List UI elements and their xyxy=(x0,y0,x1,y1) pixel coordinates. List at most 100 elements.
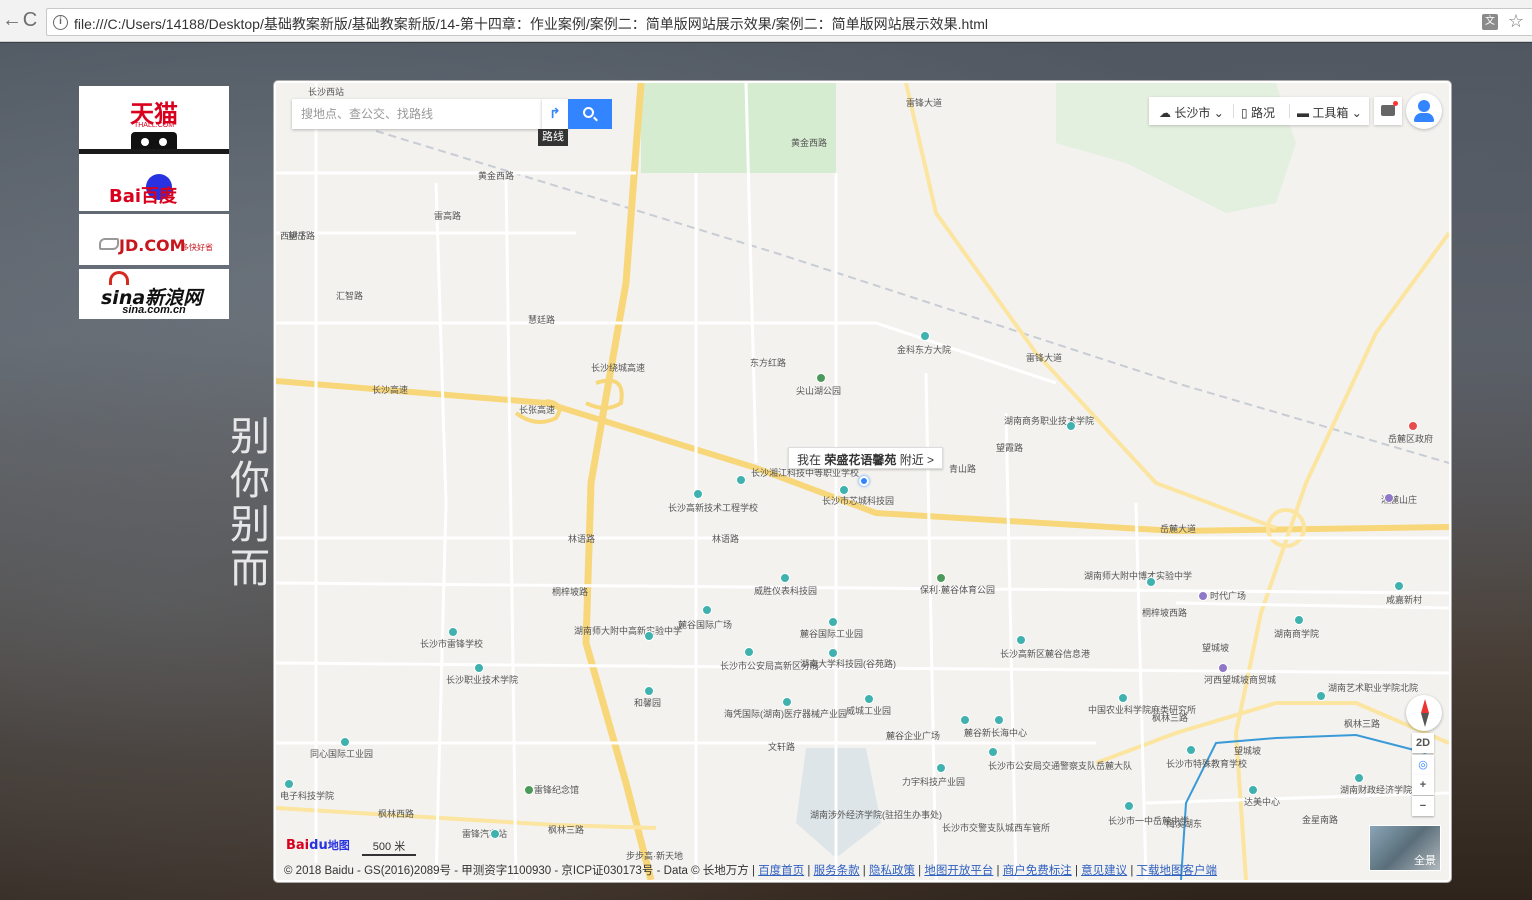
map-poi-icon[interactable] xyxy=(1198,591,1208,601)
map-place-label[interactable]: 和馨园 xyxy=(634,698,661,709)
map-poi-icon[interactable] xyxy=(1218,663,1228,673)
map-poi-icon[interactable] xyxy=(1316,691,1326,701)
map-poi-icon[interactable] xyxy=(744,647,754,657)
map-poi-icon[interactable] xyxy=(1408,421,1418,431)
map-poi-icon[interactable] xyxy=(702,605,712,615)
map-place-label[interactable]: 湖南商务职业技术学院 xyxy=(1004,416,1094,427)
map-poi-icon[interactable] xyxy=(284,779,294,789)
map-place-label[interactable]: 东方红路 xyxy=(750,358,786,369)
map-place-label[interactable]: 金科东方大院 xyxy=(897,345,951,356)
map-place-label[interactable]: 望霞路 xyxy=(996,443,1023,454)
map-poi-icon[interactable] xyxy=(1394,581,1404,591)
traffic-button[interactable]: ▯ 路况 xyxy=(1241,104,1275,121)
map-place-label[interactable]: 长张高速 xyxy=(519,405,555,416)
map-place-label[interactable]: 长沙湘江科技中等职业学校 xyxy=(751,468,859,479)
map-place-label[interactable]: 麓谷国际广场 xyxy=(678,620,732,631)
map-poi-icon[interactable] xyxy=(816,373,826,383)
map-poi-icon[interactable] xyxy=(644,686,654,696)
map-place-label[interactable]: 雷锋汽车站 xyxy=(462,829,507,840)
map-place-label[interactable]: 同心国际工业园 xyxy=(310,749,373,760)
map-place-label[interactable]: 湖南商学院 xyxy=(1274,629,1319,640)
map-place-label[interactable]: 慧廷路 xyxy=(528,315,555,326)
map-place-label[interactable]: 保利·麓谷体育公园 xyxy=(920,585,995,596)
map-poi-icon[interactable] xyxy=(1016,635,1026,645)
map-poi-icon[interactable] xyxy=(1066,421,1076,431)
toolbox-button[interactable]: ▬ 工具箱 ⌄ xyxy=(1297,104,1362,121)
route-button[interactable]: ↱ xyxy=(542,99,568,129)
map-poi-icon[interactable] xyxy=(1294,615,1304,625)
map-place-label[interactable]: 雷锋大道 xyxy=(906,98,942,109)
map-search-button[interactable] xyxy=(568,99,612,129)
map-poi-icon[interactable] xyxy=(920,331,930,341)
baidu-map[interactable]: 长沙西站 长沙高速 长张高速 长沙绕城高速 黄金西路 黄金西路 雷锋大道 雷锋大道 雷高路 汇智路… xyxy=(274,81,1451,882)
map-place-label[interactable]: 长沙市雷锋学校 xyxy=(420,639,483,650)
map-place-label[interactable]: 湖南师大附中博才实验中学 xyxy=(1084,571,1192,582)
map-place-label[interactable]: 枫林三路 xyxy=(1152,713,1188,724)
map-place-label[interactable]: 湖南师大附中高新实验中学 xyxy=(574,626,682,637)
map-poi-icon[interactable] xyxy=(1146,577,1156,587)
map-poi-icon[interactable] xyxy=(448,627,458,637)
map-place-label[interactable]: 雷锋大道 xyxy=(1026,353,1062,364)
map-place-label[interactable]: 时代广场 xyxy=(1210,591,1246,602)
map-place-label[interactable]: 长沙市公安局交通警察支队岳麓大队 xyxy=(988,761,1132,772)
map-poi-icon[interactable] xyxy=(490,829,500,839)
map-poi-icon[interactable] xyxy=(960,715,970,725)
message-button[interactable] xyxy=(1374,97,1402,125)
map-poi-icon[interactable] xyxy=(693,489,703,499)
map-place-label[interactable]: 长沙市特殊教育学校 xyxy=(1166,759,1247,770)
map-poi-icon[interactable] xyxy=(988,747,998,757)
map-place-label[interactable]: 望城坡 xyxy=(1202,643,1229,654)
compass-control[interactable] xyxy=(1406,695,1442,731)
current-location-marker[interactable] xyxy=(859,476,869,486)
zoom-out-button[interactable]: − xyxy=(1412,796,1434,816)
map-poi-icon[interactable] xyxy=(1118,693,1128,703)
map-search-input[interactable] xyxy=(292,99,537,129)
zoom-in-button[interactable]: + xyxy=(1412,775,1434,795)
map-poi-icon[interactable] xyxy=(1384,493,1394,503)
map-place-label[interactable]: 枫林三路 xyxy=(1344,719,1380,730)
footer-link-baidu-home[interactable]: 百度首页 xyxy=(758,865,804,877)
map-place-label[interactable]: 长沙职业技术学院 xyxy=(446,675,518,686)
map-place-label[interactable]: 桐梓坡路 xyxy=(552,587,588,598)
map-place-label[interactable]: 枫林西路 xyxy=(378,809,414,820)
map-place-label[interactable]: 岳麓大道 xyxy=(1160,524,1196,535)
reload-button[interactable]: C xyxy=(18,8,42,32)
info-icon[interactable]: i xyxy=(53,15,68,30)
url-text[interactable]: file:///C:/Users/14188/Desktop/基础教案新版/基础… xyxy=(74,14,988,34)
map-poi-icon[interactable] xyxy=(782,697,792,707)
map-place-label[interactable]: 文轩路 xyxy=(768,742,795,753)
map-place-label[interactable]: 湖南艺术职业学院北院 xyxy=(1328,683,1418,694)
map-poi-icon[interactable] xyxy=(994,715,1004,725)
map-place-label[interactable]: 尖山湖公园 xyxy=(796,386,841,397)
map-place-label[interactable]: 长沙西站 xyxy=(308,87,344,98)
map-place-label[interactable]: 桐梓坡西路 xyxy=(1142,608,1187,619)
map-place-label[interactable]: 麓谷国际工业园 xyxy=(800,629,863,640)
map-poi-icon[interactable] xyxy=(864,694,874,704)
map-place-label[interactable]: 西树下 xyxy=(280,231,307,242)
locate-button[interactable]: ◎ xyxy=(1412,755,1434,775)
footer-link-terms[interactable]: 服务条款 xyxy=(814,865,860,877)
map-poi-icon[interactable] xyxy=(1124,801,1134,811)
map-place-label[interactable]: 长沙市交警支队城西车管所 xyxy=(942,823,1050,834)
city-select[interactable]: ☁ 长沙市 ⌄ xyxy=(1159,104,1224,121)
map-place-label[interactable]: 黄金西路 xyxy=(791,138,827,149)
map-place-label[interactable]: 长沙高速 xyxy=(372,385,408,396)
map-place-label[interactable]: 黄金西路 xyxy=(478,171,514,182)
map-place-label[interactable]: 力宇科技产业园 xyxy=(902,777,965,788)
map-place-label[interactable]: 湖南涉外经济学院(驻招生办事处) xyxy=(810,810,942,821)
map-place-label[interactable]: 长沙高新区麓谷信息港 xyxy=(1000,649,1090,660)
user-avatar[interactable] xyxy=(1406,93,1442,129)
footer-link-download[interactable]: 下载地图客户端 xyxy=(1137,865,1218,877)
jd-logo-link[interactable]: JD.COM 多快好省 xyxy=(79,214,229,265)
footer-link-privacy[interactable]: 隐私政策 xyxy=(869,865,915,877)
map-poi-icon[interactable] xyxy=(839,485,849,495)
map-place-label[interactable]: 长沙市芯城科技园 xyxy=(822,496,894,507)
map-place-label[interactable]: 岳麓区政府 xyxy=(1388,434,1433,445)
map-poi-icon[interactable] xyxy=(736,475,746,485)
panorama-button[interactable]: 全景 xyxy=(1369,825,1441,871)
map-poi-icon[interactable] xyxy=(780,573,790,583)
map-place-label[interactable]: 汇智路 xyxy=(336,291,363,302)
map-place-label[interactable]: 海凭国际(湖南)医疗器械产业园 xyxy=(724,709,847,720)
map-place-label[interactable]: 金星南路 xyxy=(1302,815,1338,826)
bookmark-star-icon[interactable]: ☆ xyxy=(1508,11,1524,32)
